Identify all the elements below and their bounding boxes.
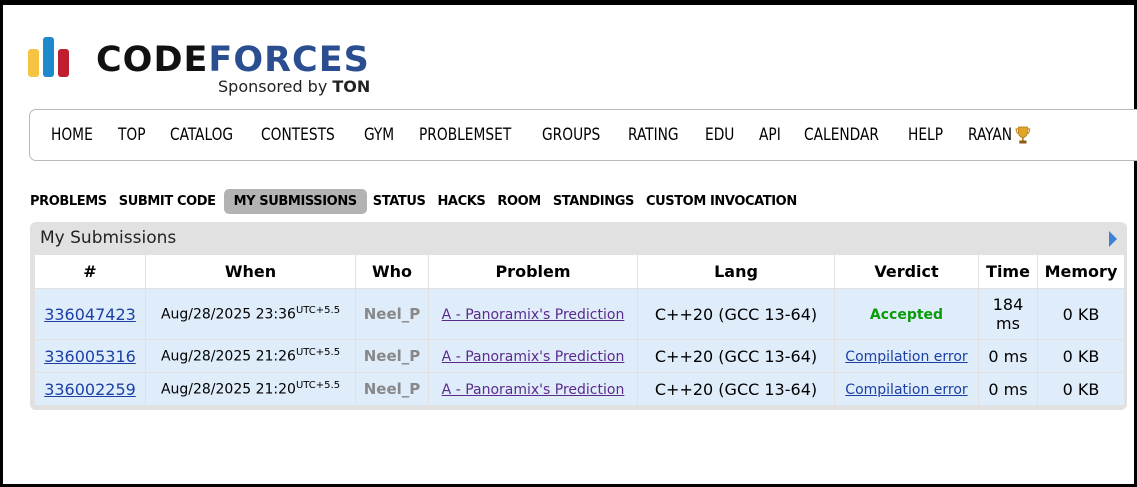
verdict-compilation-error-link[interactable]: Compilation error <box>845 382 967 398</box>
author-name[interactable]: Neel_P <box>355 372 429 406</box>
header-verdict: Verdict <box>834 254 979 289</box>
subnav-my-submissions[interactable]: MY SUBMISSIONS <box>223 189 367 214</box>
problem-link[interactable]: A - Panoramix's Prediction <box>442 382 625 398</box>
subnav-submit-code[interactable]: SUBMIT CODE <box>117 189 226 214</box>
subnav-status[interactable]: STATUS <box>371 189 436 214</box>
exec-time: 184 ms <box>978 288 1038 340</box>
table-row: 336005316 Aug/28/2025 21:26UTC+5.5 Neel_… <box>34 339 1125 373</box>
timezone: UTC+5.5 <box>295 347 341 359</box>
verdict-compilation-error-link[interactable]: Compilation error <box>845 349 967 365</box>
submissions-panel: My Submissions # When Who Problem Lang V… <box>30 222 1127 410</box>
submission-id-link[interactable]: 336002259 <box>44 380 136 399</box>
menu-item-help[interactable]: HELP <box>908 125 943 145</box>
menu-item-api[interactable]: API <box>759 125 781 145</box>
submissions-table: # When Who Problem Lang Verdict Time Mem… <box>34 254 1125 406</box>
submission-time: Aug/28/2025 23:36 <box>160 306 296 323</box>
codeforces-logo[interactable]: CODEFORCES Sponsored by TON <box>28 35 388 96</box>
header-lang: Lang <box>637 254 835 289</box>
language: C++20 (GCC 13-64) <box>637 288 835 340</box>
menu-item-edu[interactable]: EDU <box>705 125 734 145</box>
subnav-hacks[interactable]: HACKS <box>435 189 495 214</box>
logo-wordmark: CODEFORCES <box>96 40 370 80</box>
language: C++20 (GCC 13-64) <box>637 339 835 373</box>
subnav-standings[interactable]: STANDINGS <box>551 189 644 214</box>
memory-used: 0 KB <box>1037 339 1125 373</box>
memory-used: 0 KB <box>1037 372 1125 406</box>
exec-time: 0 ms <box>978 339 1038 373</box>
problem-link[interactable]: A - Panoramix's Prediction <box>442 349 625 365</box>
subnav-problems[interactable]: PROBLEMS <box>28 189 117 214</box>
submission-id-link[interactable]: 336005316 <box>44 347 136 366</box>
logo-bars-icon <box>28 35 83 77</box>
main-menu: HOME TOP CATALOG CONTESTS GYM PROBLEMSET… <box>29 109 1137 161</box>
submission-time: Aug/28/2025 21:20 <box>160 381 296 398</box>
header-problem: Problem <box>428 254 638 289</box>
header-memory: Memory <box>1037 254 1125 289</box>
memory-used: 0 KB <box>1037 288 1125 340</box>
menu-item-calendar[interactable]: CALENDAR <box>804 125 879 145</box>
sponsor-line: Sponsored by TON <box>218 77 371 96</box>
timezone: UTC+5.5 <box>295 305 341 317</box>
expand-arrow-icon[interactable] <box>1109 231 1117 247</box>
header-time: Time <box>978 254 1038 289</box>
table-row: 336002259 Aug/28/2025 21:20UTC+5.5 Neel_… <box>34 372 1125 406</box>
author-name[interactable]: Neel_P <box>355 288 429 340</box>
subnav-room[interactable]: ROOM <box>495 189 550 214</box>
header-when: When <box>145 254 356 289</box>
table-row: 336047423 Aug/28/2025 23:36UTC+5.5 Neel_… <box>34 288 1125 340</box>
panel-title: My Submissions <box>40 228 177 248</box>
verdict-accepted: Accepted <box>869 307 944 323</box>
menu-item-groups[interactable]: GROUPS <box>542 125 600 145</box>
header-id: # <box>34 254 146 289</box>
menu-item-contests[interactable]: CONTESTS <box>261 125 335 145</box>
menu-item-gym[interactable]: GYM <box>364 125 394 145</box>
header-who: Who <box>355 254 429 289</box>
menu-item-home[interactable]: HOME <box>51 125 93 145</box>
contest-subnav: PROBLEMS SUBMIT CODE MY SUBMISSIONS STAT… <box>28 189 807 214</box>
language: C++20 (GCC 13-64) <box>637 372 835 406</box>
problem-link[interactable]: A - Panoramix's Prediction <box>442 307 625 323</box>
menu-item-rating[interactable]: RATING <box>628 125 679 145</box>
submission-time: Aug/28/2025 21:26 <box>160 348 296 365</box>
subnav-custom-invocation[interactable]: CUSTOM INVOCATION <box>644 189 807 214</box>
menu-item-catalog[interactable]: CATALOG <box>170 125 233 145</box>
timezone: UTC+5.5 <box>295 380 341 392</box>
exec-time: 0 ms <box>978 372 1038 406</box>
table-header-row: # When Who Problem Lang Verdict Time Mem… <box>34 254 1125 289</box>
author-name[interactable]: Neel_P <box>355 339 429 373</box>
menu-item-problemset[interactable]: PROBLEMSET <box>419 125 511 145</box>
submission-id-link[interactable]: 336047423 <box>44 305 136 324</box>
trophy-icon <box>1015 125 1031 145</box>
menu-item-rayan[interactable]: RAYAN <box>968 125 1031 145</box>
menu-item-rayan-label: RAYAN <box>968 125 1013 145</box>
menu-item-top[interactable]: TOP <box>118 125 146 145</box>
